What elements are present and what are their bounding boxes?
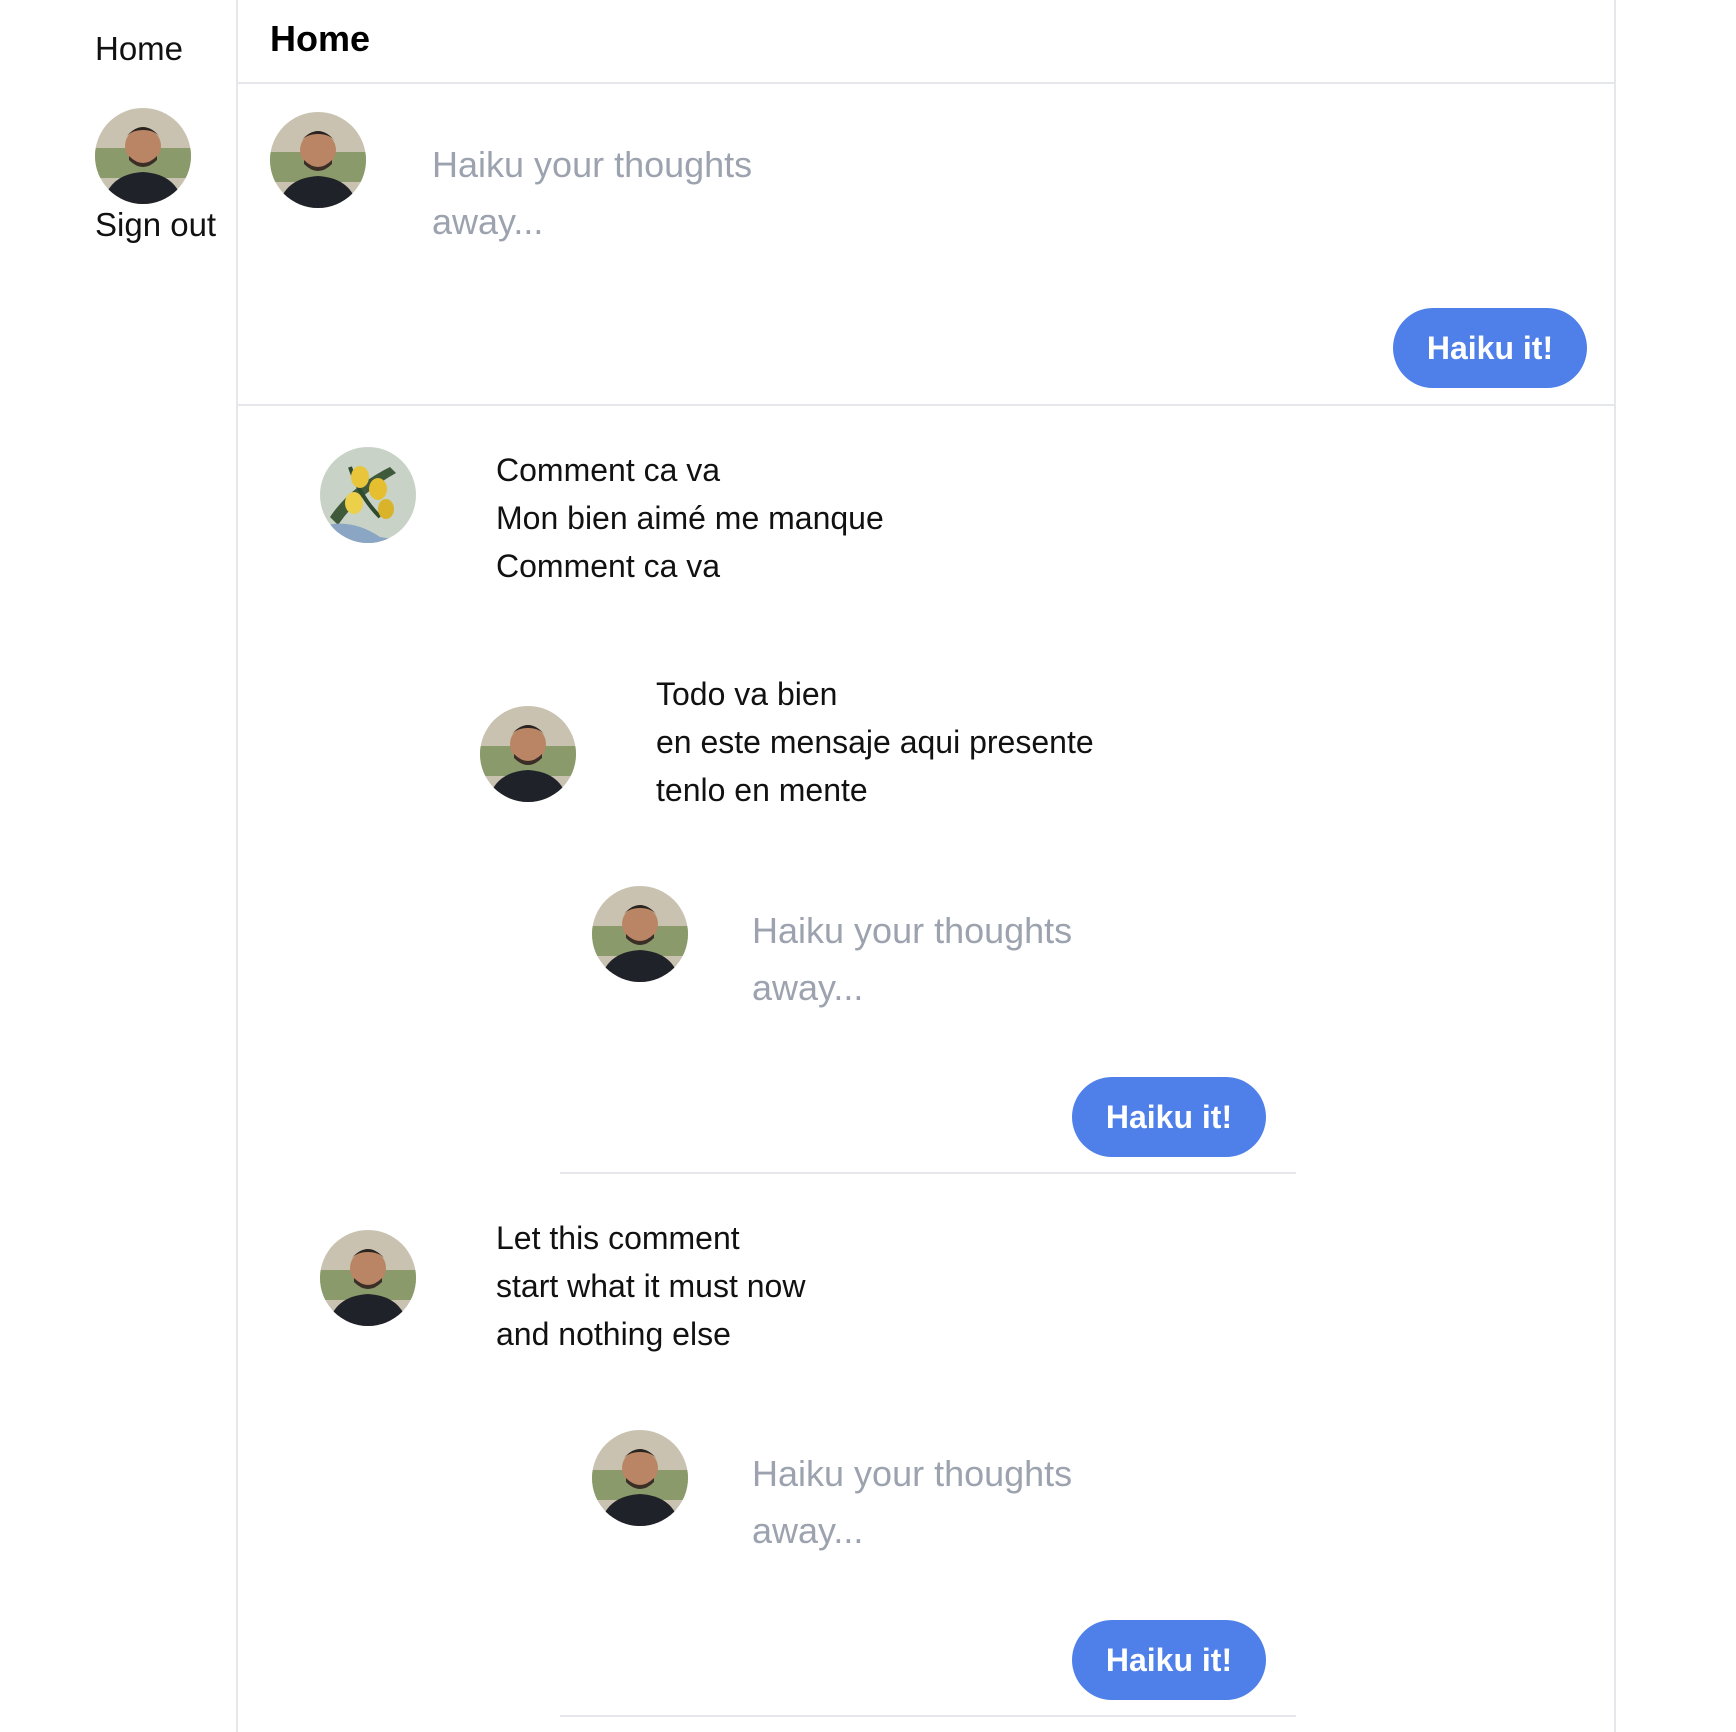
- page-header: Home: [238, 0, 1614, 84]
- haiku-composer: Haiku your thoughts away... Haiku it!: [238, 84, 1614, 406]
- haiku-line: Mon bien aimé me manque: [496, 500, 884, 536]
- haiku-submit-button[interactable]: Haiku it!: [1393, 308, 1587, 388]
- reply-haiku-input[interactable]: Haiku your thoughts away...: [752, 902, 1172, 1016]
- user-avatar[interactable]: [95, 108, 191, 204]
- user-avatar[interactable]: [480, 706, 576, 802]
- main-column: Home Haiku your thoughts away... Haiku i…: [236, 0, 1616, 1732]
- haiku-line: Comment ca va: [496, 452, 721, 488]
- reply-divider: [560, 1715, 1296, 1717]
- reply-body: Todo va bien en este mensaje aqui presen…: [656, 670, 1094, 814]
- haiku-line: Comment ca va: [496, 548, 721, 584]
- haiku-input[interactable]: Haiku your thoughts away...: [432, 136, 852, 250]
- placeholder-line: Haiku your thoughts: [752, 910, 1073, 951]
- user-avatar: [270, 112, 366, 208]
- reply-haiku-input[interactable]: Haiku your thoughts away...: [752, 1445, 1172, 1559]
- sidebar-nav: Home Sign out: [0, 0, 236, 1732]
- user-avatar: [592, 886, 688, 982]
- haiku-line: and nothing else: [496, 1316, 731, 1352]
- nav-home-link[interactable]: Home: [95, 30, 183, 68]
- haiku-line: Todo va bien: [656, 676, 838, 712]
- haiku-line: Let this comment: [496, 1220, 740, 1256]
- reply-haiku-submit-button[interactable]: Haiku it!: [1072, 1620, 1266, 1700]
- lemon-painting-avatar[interactable]: [320, 447, 416, 543]
- haiku-line: start what it must now: [496, 1268, 806, 1304]
- post-body: Comment ca va Mon bien aimé me manque Co…: [496, 446, 884, 590]
- app-root: Home Sign out Home Haiku your thoughts a…: [0, 0, 1736, 1732]
- reply-haiku-submit-button[interactable]: Haiku it!: [1072, 1077, 1266, 1157]
- placeholder-line: away...: [752, 967, 864, 1008]
- sign-out-link[interactable]: Sign out: [95, 206, 216, 244]
- placeholder-line: Haiku your thoughts: [432, 144, 753, 185]
- user-avatar: [592, 1430, 688, 1526]
- post-body: Let this comment start what it must now …: [496, 1214, 805, 1358]
- placeholder-line: away...: [432, 201, 544, 242]
- haiku-line: tenlo en mente: [656, 772, 868, 808]
- placeholder-line: away...: [752, 1510, 864, 1551]
- haiku-line: en este mensaje aqui presente: [656, 724, 1094, 760]
- placeholder-line: Haiku your thoughts: [752, 1453, 1073, 1494]
- page-title: Home: [270, 18, 371, 59]
- reply-divider: [560, 1172, 1296, 1174]
- user-avatar[interactable]: [320, 1230, 416, 1326]
